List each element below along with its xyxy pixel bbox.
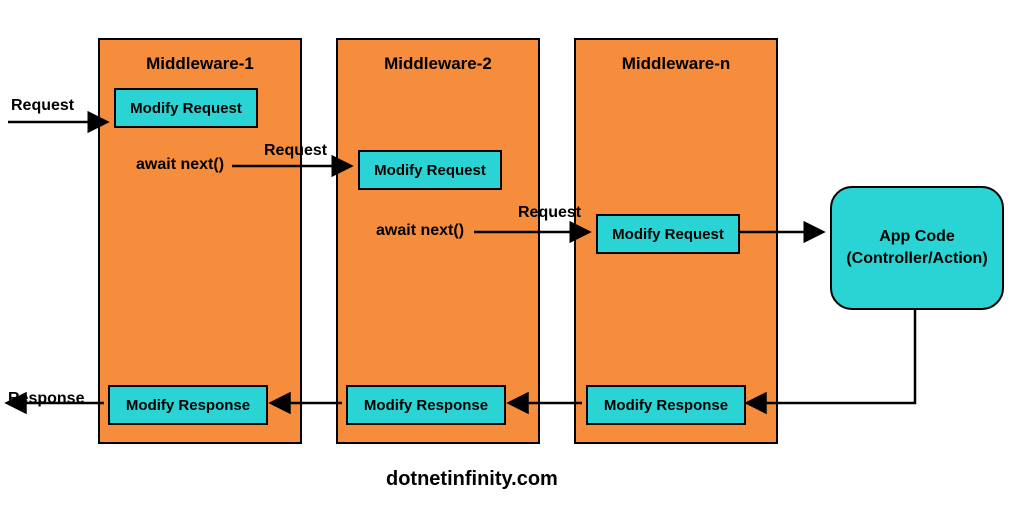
footer-attribution: dotnetinfinity.com [386,468,558,491]
app-code-box: App Code (Controller/Action) [830,186,1004,310]
middleware-n-modify-request: Modify Request [596,214,740,254]
request-2-n-label: Request [518,204,581,222]
app-code-line1: App Code [846,226,987,248]
middleware-1-title: Middleware-1 [100,54,300,74]
await-next-1-label: await next() [136,156,224,174]
request-in-label: Request [11,97,74,115]
middleware-2-modify-response: Modify Response [346,385,506,425]
app-code-line2: (Controller/Action) [846,248,987,270]
middleware-2-title: Middleware-2 [338,54,538,74]
middleware-n-modify-response: Modify Response [586,385,746,425]
middleware-1-modify-request: Modify Request [114,88,258,128]
middleware-2-box: Middleware-2 [336,38,540,444]
await-next-2-label: await next() [376,222,464,240]
request-1-2-label: Request [264,142,327,160]
middleware-1-modify-response: Modify Response [108,385,268,425]
response-out-label: Response [8,390,84,408]
middleware-n-title: Middleware-n [576,54,776,74]
middleware-2-modify-request: Modify Request [358,150,502,190]
